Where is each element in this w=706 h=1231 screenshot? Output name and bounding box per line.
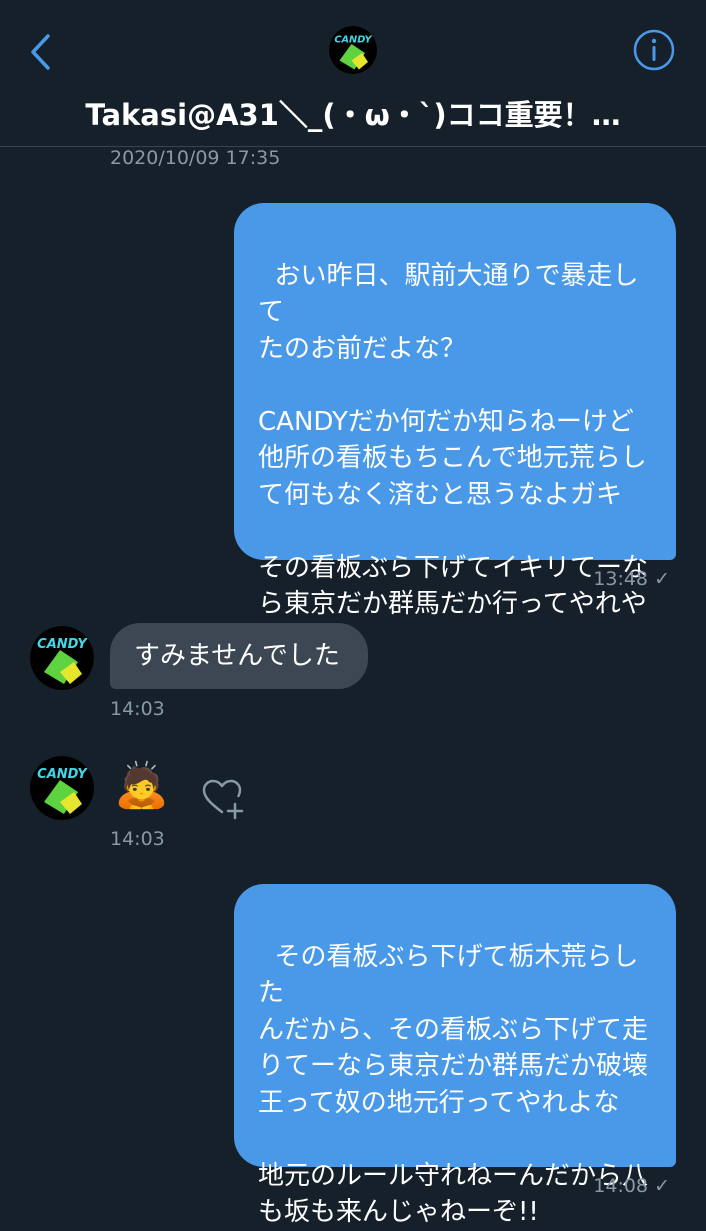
- emoji-message[interactable]: 🙇: [114, 758, 169, 814]
- date-stamp: 2020/10/09 17:35: [110, 147, 281, 169]
- chevron-left-icon: [31, 34, 50, 70]
- svg-text:CANDY: CANDY: [37, 767, 88, 782]
- conversation-title: Takasi@A31＼_(・ω・`)ココ重要！…: [85, 98, 621, 132]
- header-avatar[interactable]: CANDY: [329, 26, 377, 74]
- received-message-bubble[interactable]: すみませんでした: [110, 623, 368, 689]
- info-button[interactable]: [632, 28, 676, 72]
- conversation-header: CANDY Takasi@A31＼_(・ω・`)ココ重要！…: [0, 0, 706, 147]
- sent-message-bubble[interactable]: おい昨日、駅前大通りで暴走して たのお前だよな？ CANDYだか何だか知らねーけ…: [234, 203, 676, 619]
- info-circle-icon: [633, 29, 675, 71]
- sender-avatar[interactable]: CANDY: [30, 626, 94, 690]
- svg-text:CANDY: CANDY: [334, 35, 372, 46]
- candy-logo-avatar: CANDY: [30, 626, 94, 690]
- sender-avatar[interactable]: CANDY: [30, 756, 94, 820]
- message-timestamp: 14:03: [110, 698, 165, 720]
- message-timestamp: 14:03: [110, 828, 165, 850]
- add-reaction-button[interactable]: [200, 776, 248, 824]
- message-text: おい昨日、駅前大通りで暴走して たのお前だよな？ CANDYだか何だか知らねーけ…: [258, 260, 649, 620]
- message-timestamp: 14:08 ✓: [593, 1175, 670, 1197]
- heart-plus-icon: [202, 779, 244, 820]
- sent-check-icon: ✓: [654, 568, 670, 590]
- message-text: その看板ぶら下げて栃木荒らした んだから、その看板ぶら下げて走 りてーなら東京だ…: [258, 941, 649, 1228]
- sent-check-icon: ✓: [654, 1175, 670, 1197]
- candy-logo-avatar: CANDY: [30, 756, 94, 820]
- svg-text:CANDY: CANDY: [37, 637, 88, 652]
- message-text: すみませんでした: [134, 640, 340, 671]
- message-timestamp: 13:48 ✓: [593, 568, 670, 590]
- sent-message-bubble[interactable]: その看板ぶら下げて栃木荒らした んだから、その看板ぶら下げて走 りてーなら東京だ…: [234, 884, 676, 1227]
- candy-logo-avatar: CANDY: [329, 26, 377, 74]
- back-button[interactable]: [20, 28, 60, 76]
